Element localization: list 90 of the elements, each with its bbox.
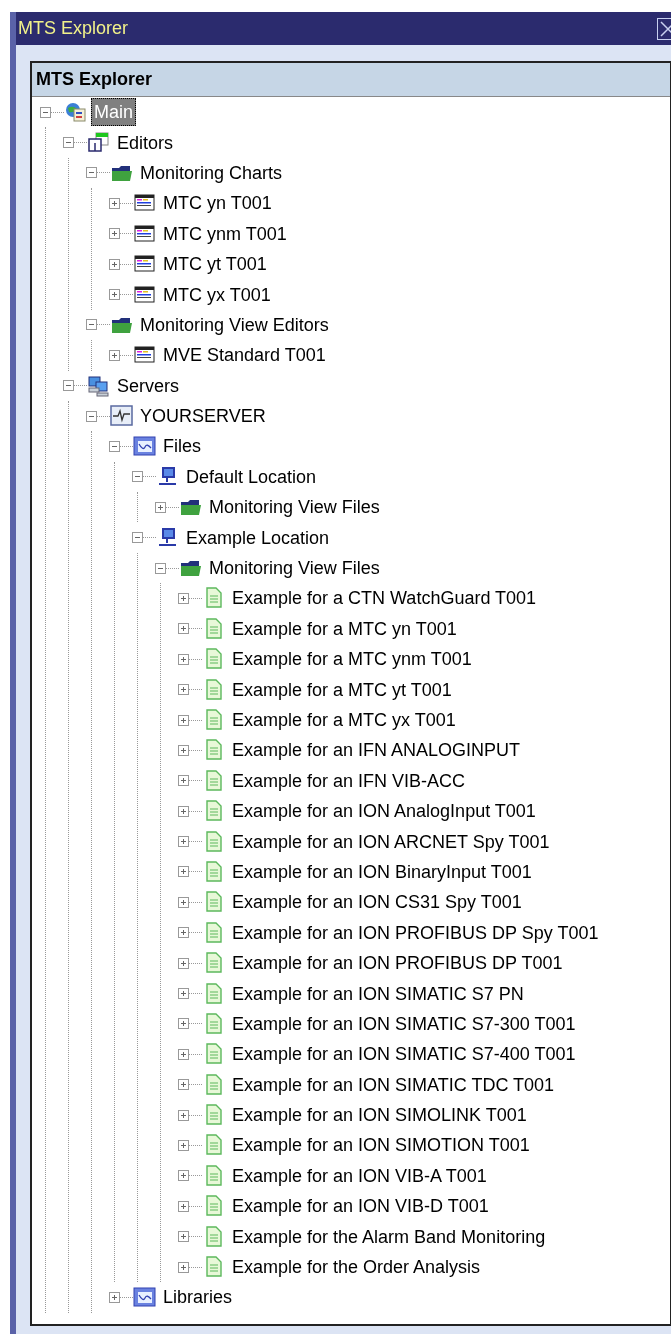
tree-item[interactable]: Main bbox=[91, 98, 136, 127]
expand-toggle[interactable] bbox=[178, 927, 189, 939]
tree-item[interactable]: Example for an ION SIMATIC S7-400 T001 bbox=[229, 1040, 579, 1069]
collapse-toggle[interactable] bbox=[63, 380, 74, 392]
tree-item[interactable]: Example for an IFN ANALOGINPUT bbox=[229, 736, 524, 765]
tree-item[interactable]: Files bbox=[160, 432, 204, 461]
tree-item[interactable]: MTC yx T001 bbox=[160, 280, 274, 309]
expand-toggle[interactable] bbox=[178, 1261, 189, 1273]
expand-toggle[interactable] bbox=[178, 1079, 189, 1091]
expand-toggle[interactable] bbox=[178, 836, 189, 848]
expand-toggle[interactable] bbox=[178, 623, 189, 635]
tree-item[interactable]: Example for an ION VIB-D T001 bbox=[229, 1192, 492, 1221]
tree-item[interactable]: Monitoring View Files bbox=[206, 554, 383, 583]
tree-item[interactable]: YOURSERVER bbox=[137, 402, 269, 431]
expand-toggle[interactable] bbox=[178, 1109, 189, 1121]
expand-toggle[interactable] bbox=[109, 258, 120, 270]
collapse-toggle[interactable] bbox=[86, 319, 97, 331]
expand-toggle[interactable] bbox=[178, 1200, 189, 1212]
tree-item[interactable]: Example for an IFN VIB-ACC bbox=[229, 766, 469, 795]
expand-toggle[interactable] bbox=[178, 805, 189, 817]
tree-item[interactable]: MTC yn T001 bbox=[160, 189, 275, 218]
expand-toggle[interactable] bbox=[178, 775, 189, 787]
tree-item[interactable]: Example for an ION SIMATIC S7 PN bbox=[229, 979, 527, 1008]
tree-item[interactable]: Example for a MTC ynm T001 bbox=[229, 645, 475, 674]
expand-toggle[interactable] bbox=[109, 349, 120, 361]
expand-toggle[interactable] bbox=[109, 289, 120, 301]
tree-item[interactable]: Servers bbox=[114, 371, 182, 400]
tree-item[interactable]: Default Location bbox=[183, 462, 320, 491]
collapse-toggle[interactable] bbox=[109, 441, 120, 452]
collapse-toggle[interactable] bbox=[86, 410, 97, 422]
expand-toggle[interactable] bbox=[178, 866, 189, 878]
computers-icon bbox=[87, 373, 111, 398]
chart-panel-icon bbox=[133, 1285, 157, 1310]
expand-toggle[interactable] bbox=[178, 1018, 189, 1030]
tree-item[interactable]: Example for an ION ARCNET Spy T001 bbox=[229, 827, 553, 856]
tree-item[interactable]: Example for an ION CS31 Spy T001 bbox=[229, 888, 525, 917]
window-title: MTS Explorer bbox=[18, 17, 129, 40]
collapse-toggle[interactable] bbox=[63, 137, 74, 149]
windows-icon bbox=[87, 130, 111, 155]
collapse-toggle[interactable] bbox=[86, 167, 97, 179]
tree-item[interactable]: Example for a MTC yx T001 bbox=[229, 706, 459, 734]
tree-item[interactable]: Example for a CTN WatchGuard T001 bbox=[229, 584, 540, 613]
close-button[interactable] bbox=[657, 17, 671, 40]
close-icon bbox=[658, 18, 671, 39]
tree-item[interactable]: Example for an ION PROFIBUS DP Spy T001 bbox=[229, 918, 602, 947]
globe-icon bbox=[64, 100, 88, 125]
waveform-icon bbox=[110, 404, 134, 429]
tree-item[interactable]: Example for a MTC yt T001 bbox=[229, 675, 455, 704]
tree-item[interactable]: Example for an ION SIMOTION T001 bbox=[229, 1131, 533, 1160]
tree-item[interactable]: Example for an ION SIMOLINK T001 bbox=[229, 1101, 530, 1130]
panel-title: MTS Explorer bbox=[36, 68, 153, 91]
tree-item[interactable]: MTC yt T001 bbox=[160, 250, 270, 279]
tree-item[interactable]: MVE Standard T001 bbox=[160, 341, 329, 370]
expand-toggle[interactable] bbox=[178, 744, 189, 756]
expand-toggle[interactable] bbox=[109, 197, 120, 209]
tree-item[interactable]: Example for an ION SIMATIC TDC T001 bbox=[229, 1070, 558, 1099]
expand-toggle[interactable] bbox=[178, 957, 189, 969]
tree-item[interactable]: Example for an ION AnalogInput T001 bbox=[229, 797, 539, 826]
tree-item[interactable]: Example for an ION PROFIBUS DP T001 bbox=[229, 949, 566, 978]
tree-item[interactable]: MTC ynm T001 bbox=[160, 219, 290, 248]
collapse-toggle[interactable] bbox=[155, 562, 166, 574]
tree-item[interactable]: Example for an ION BinaryInput T001 bbox=[229, 857, 535, 886]
expand-toggle[interactable] bbox=[178, 1170, 189, 1182]
tree-item[interactable]: Example for an ION VIB-A T001 bbox=[229, 1161, 490, 1190]
expand-toggle[interactable] bbox=[178, 988, 189, 999]
collapse-toggle[interactable] bbox=[132, 471, 143, 483]
tree-item[interactable]: Libraries bbox=[160, 1283, 236, 1312]
tree-item[interactable]: Monitoring View Editors bbox=[137, 310, 332, 339]
chart-panel-icon bbox=[133, 434, 157, 459]
collapse-toggle[interactable] bbox=[132, 532, 143, 544]
tree-item[interactable]: Example for the Alarm Band Monitoring bbox=[229, 1222, 549, 1251]
tree-item[interactable]: Example Location bbox=[183, 523, 333, 552]
tree-item[interactable]: Monitoring Charts bbox=[137, 158, 286, 187]
expand-toggle[interactable] bbox=[178, 684, 189, 696]
tree-item[interactable]: Example for the Order Analysis bbox=[229, 1253, 484, 1282]
expand-toggle[interactable] bbox=[178, 714, 189, 726]
expand-toggle[interactable] bbox=[109, 1291, 120, 1303]
expand-toggle[interactable] bbox=[178, 653, 189, 665]
collapse-toggle[interactable] bbox=[40, 106, 51, 118]
expand-toggle[interactable] bbox=[178, 592, 189, 604]
expand-toggle[interactable] bbox=[109, 228, 120, 240]
expand-toggle[interactable] bbox=[155, 501, 166, 513]
tree-item[interactable]: Example for an ION SIMATIC S7-300 T001 bbox=[229, 1009, 579, 1038]
tree-item[interactable]: Editors bbox=[114, 128, 177, 157]
tree-item[interactable]: Monitoring View Files bbox=[206, 493, 383, 522]
expand-toggle[interactable] bbox=[178, 1231, 189, 1243]
expand-toggle[interactable] bbox=[178, 896, 189, 908]
expand-toggle[interactable] bbox=[178, 1048, 189, 1060]
tree-item[interactable]: Example for a MTC yn T001 bbox=[229, 614, 460, 643]
expand-toggle[interactable] bbox=[178, 1139, 189, 1151]
